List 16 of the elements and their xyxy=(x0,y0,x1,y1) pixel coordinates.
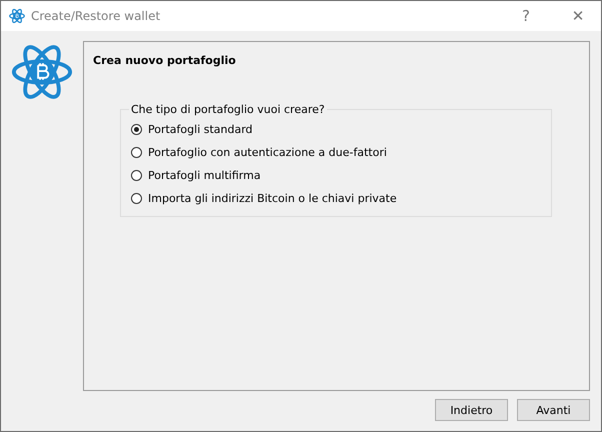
group-title: Che tipo di portafoglio vuoi creare? xyxy=(130,103,326,116)
atom-bitcoin-logo-icon xyxy=(9,8,25,24)
panel-title: Crea nuovo portafoglio xyxy=(93,54,237,67)
help-button[interactable]: ? xyxy=(503,1,549,31)
option-label[interactable]: Portafogli standard xyxy=(148,123,253,136)
option-label[interactable]: Portafoglio con autenticazione a due-fattori xyxy=(148,146,387,159)
back-button[interactable]: Indietro xyxy=(435,399,508,421)
close-button[interactable]: ✕ xyxy=(555,1,601,31)
option-label[interactable]: Portafogli multifirma xyxy=(148,169,261,182)
window-title: Create/Restore wallet xyxy=(31,9,162,23)
radio-button[interactable] xyxy=(131,170,142,181)
radio-button[interactable] xyxy=(131,193,142,204)
next-button[interactable]: Avanti xyxy=(517,399,590,421)
radio-button[interactable] xyxy=(131,147,142,158)
radio-button[interactable] xyxy=(131,124,142,135)
option-label[interactable]: Importa gli indirizzi Bitcoin o le chiavi private xyxy=(148,192,397,205)
